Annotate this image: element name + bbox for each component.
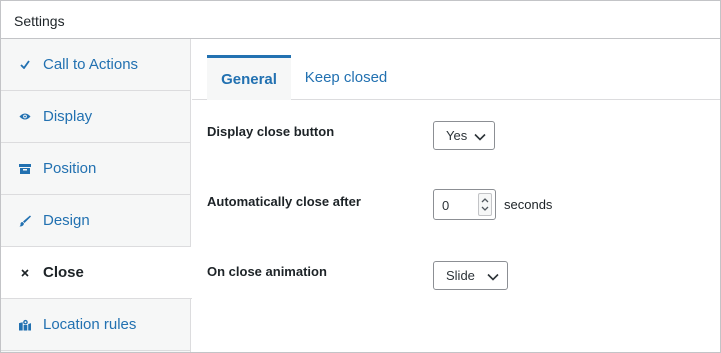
chevron-down-icon: [487, 270, 499, 281]
close-animation-label: On close animation: [207, 264, 327, 279]
close-icon: [19, 267, 31, 279]
sidebar-item-location-rules[interactable]: Location rules: [1, 299, 191, 351]
sidebar-item-label: Position: [43, 160, 97, 177]
settings-panel: Settings Call to Actions Display Positio…: [0, 0, 721, 353]
sidebar-item-close[interactable]: Close: [1, 247, 192, 299]
panel-header: Settings: [1, 1, 720, 39]
auto-close-label: Automatically close after: [207, 194, 361, 209]
eye-icon: [19, 111, 31, 123]
chevron-down-icon: [474, 130, 486, 141]
number-spinner[interactable]: [478, 193, 492, 216]
sidebar-item-display[interactable]: Display: [1, 91, 191, 143]
archive-box-icon: [19, 163, 31, 175]
sidebar-item-label: Design: [43, 212, 90, 229]
paintbrush-icon: [19, 215, 31, 227]
tab-general[interactable]: General: [207, 55, 291, 100]
display-close-button-label: Display close button: [207, 124, 335, 139]
close-animation-select[interactable]: Slide: [433, 261, 508, 290]
sidebar-item-call-to-actions[interactable]: Call to Actions: [1, 39, 191, 91]
seconds-suffix: seconds: [504, 197, 553, 212]
settings-content: General Keep closed Display close button…: [192, 39, 720, 352]
map-pin-icon: [19, 319, 31, 331]
panel-title: Settings: [14, 13, 65, 29]
tab-keep-closed[interactable]: Keep closed: [291, 55, 401, 100]
sidebar-item-label: Call to Actions: [43, 56, 139, 73]
auto-close-number-input[interactable]: 0: [433, 189, 496, 220]
tabs-bar: General Keep closed: [192, 39, 720, 100]
checkmark-icon: [19, 59, 31, 71]
select-value: Yes: [446, 128, 468, 143]
settings-sidebar: Call to Actions Display Position Design …: [1, 39, 192, 352]
display-close-button-select[interactable]: Yes: [433, 121, 495, 150]
select-value: Slide: [446, 268, 475, 283]
sidebar-item-label: Close: [43, 264, 84, 281]
sidebar-item-label: Display: [43, 108, 93, 125]
sidebar-item-label: Location rules: [43, 316, 137, 333]
number-value: 0: [442, 198, 450, 213]
sidebar-item-position[interactable]: Position: [1, 143, 191, 195]
sidebar-item-design[interactable]: Design: [1, 195, 191, 247]
